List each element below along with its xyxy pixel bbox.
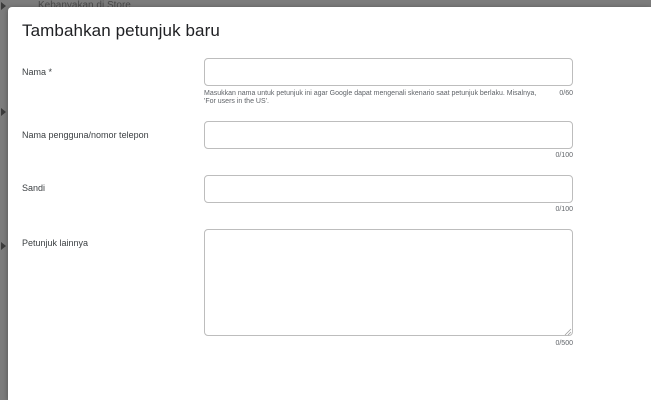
name-label: Nama *	[22, 67, 53, 77]
add-hint-dialog: Tambahkan petunjuk baru Nama * Masukkan …	[8, 7, 651, 400]
username-phone-char-counter: 0/100	[555, 152, 573, 159]
dialog-title: Tambahkan petunjuk baru	[22, 21, 220, 40]
background-arrow-icon	[1, 242, 6, 250]
username-phone-input[interactable]	[204, 121, 573, 149]
password-char-counter: 0/100	[555, 206, 573, 213]
name-char-counter: 0/60	[559, 90, 573, 97]
background-arrow-icon	[1, 2, 6, 10]
password-input[interactable]	[204, 175, 573, 203]
name-input[interactable]	[204, 58, 573, 86]
background-arrow-icon	[1, 108, 6, 116]
other-hints-char-counter: 0/500	[555, 340, 573, 347]
other-hints-textarea[interactable]	[204, 229, 573, 336]
password-label: Sandi	[22, 183, 46, 193]
other-hints-label: Petunjuk lainnya	[22, 238, 89, 248]
name-helper-text: Masukkan nama untuk petunjuk ini agar Go…	[204, 90, 537, 105]
username-phone-label: Nama pengguna/nomor telepon	[22, 130, 149, 140]
textarea-resize-handle-icon[interactable]	[564, 328, 572, 336]
